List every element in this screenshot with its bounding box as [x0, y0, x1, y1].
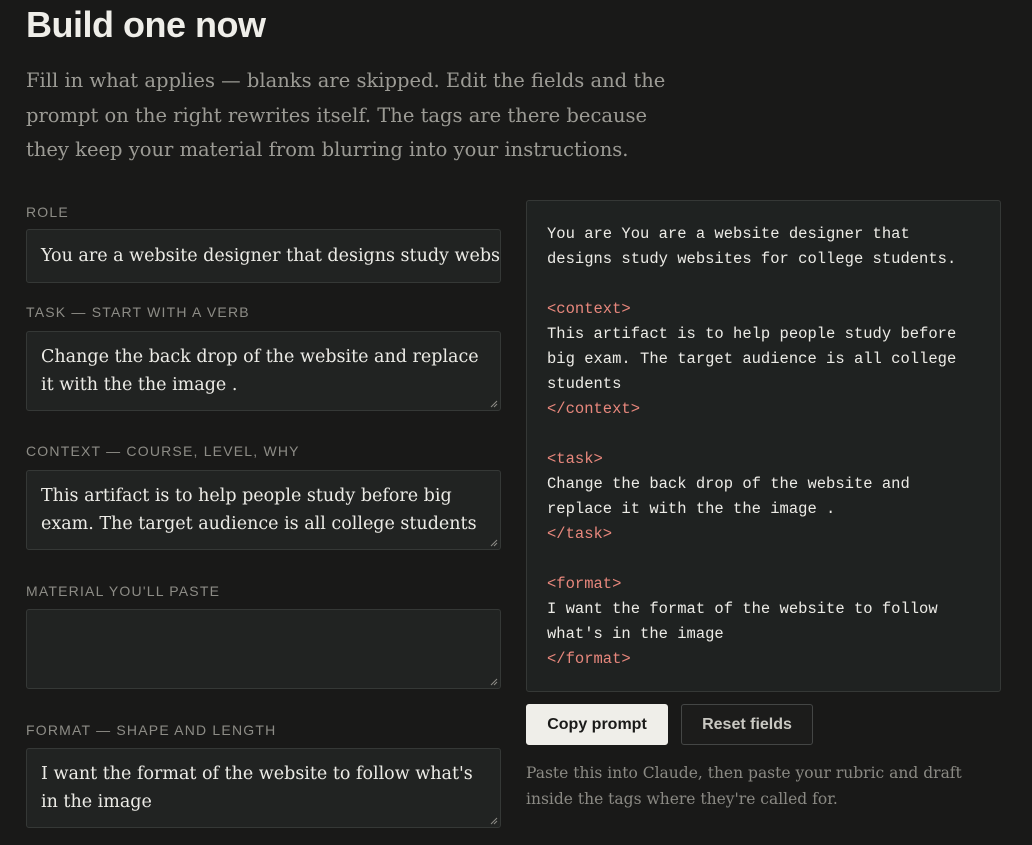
material-textarea[interactable]: [26, 609, 501, 689]
resize-grip-icon[interactable]: [490, 817, 498, 825]
section-intro: Fill in what applies — blanks are skippe…: [26, 69, 666, 161]
material-label: MATERIAL YOU'LL PASTE: [26, 583, 221, 599]
preview-context-body: This artifact is to help people study be…: [547, 325, 966, 393]
context-textarea-value: This artifact is to help people study be…: [41, 486, 477, 534]
role-label: ROLE: [26, 204, 69, 220]
format-close-tag: </format>: [547, 650, 631, 668]
context-open-tag: <context>: [547, 300, 631, 318]
format-open-tag: <format>: [547, 575, 622, 593]
task-label: TASK — START WITH A VERB: [26, 304, 250, 320]
context-textarea[interactable]: This artifact is to help people study be…: [26, 470, 501, 550]
prompt-preview: You are You are a website designer that …: [526, 200, 1001, 692]
usage-note: Paste this into Claude, then paste your …: [526, 764, 962, 808]
task-textarea-value: Change the back drop of the website and …: [41, 347, 479, 395]
format-textarea-value: I want the format of the website to foll…: [41, 764, 473, 812]
context-close-tag: </context>: [547, 400, 641, 418]
context-label: CONTEXT — COURSE, LEVEL, WHY: [26, 443, 300, 459]
role-input-value: You are a website designer that designs …: [41, 246, 501, 266]
format-textarea[interactable]: I want the format of the website to foll…: [26, 748, 501, 828]
task-open-tag: <task>: [547, 450, 603, 468]
role-input[interactable]: You are a website designer that designs …: [26, 229, 501, 283]
section-heading: Build one now: [26, 4, 266, 45]
copy-prompt-button[interactable]: Copy prompt: [526, 704, 668, 745]
task-textarea[interactable]: Change the back drop of the website and …: [26, 331, 501, 411]
resize-grip-icon[interactable]: [490, 400, 498, 408]
preview-task-body: Change the back drop of the website and …: [547, 475, 920, 518]
task-close-tag: </task>: [547, 525, 613, 543]
reset-fields-button[interactable]: Reset fields: [681, 704, 813, 745]
preview-format-body: I want the format of the website to foll…: [547, 600, 947, 643]
resize-grip-icon[interactable]: [490, 539, 498, 547]
format-label: FORMAT — SHAPE AND LENGTH: [26, 722, 277, 738]
preview-role-line: You are You are a website designer that …: [547, 225, 957, 268]
resize-grip-icon[interactable]: [490, 678, 498, 686]
